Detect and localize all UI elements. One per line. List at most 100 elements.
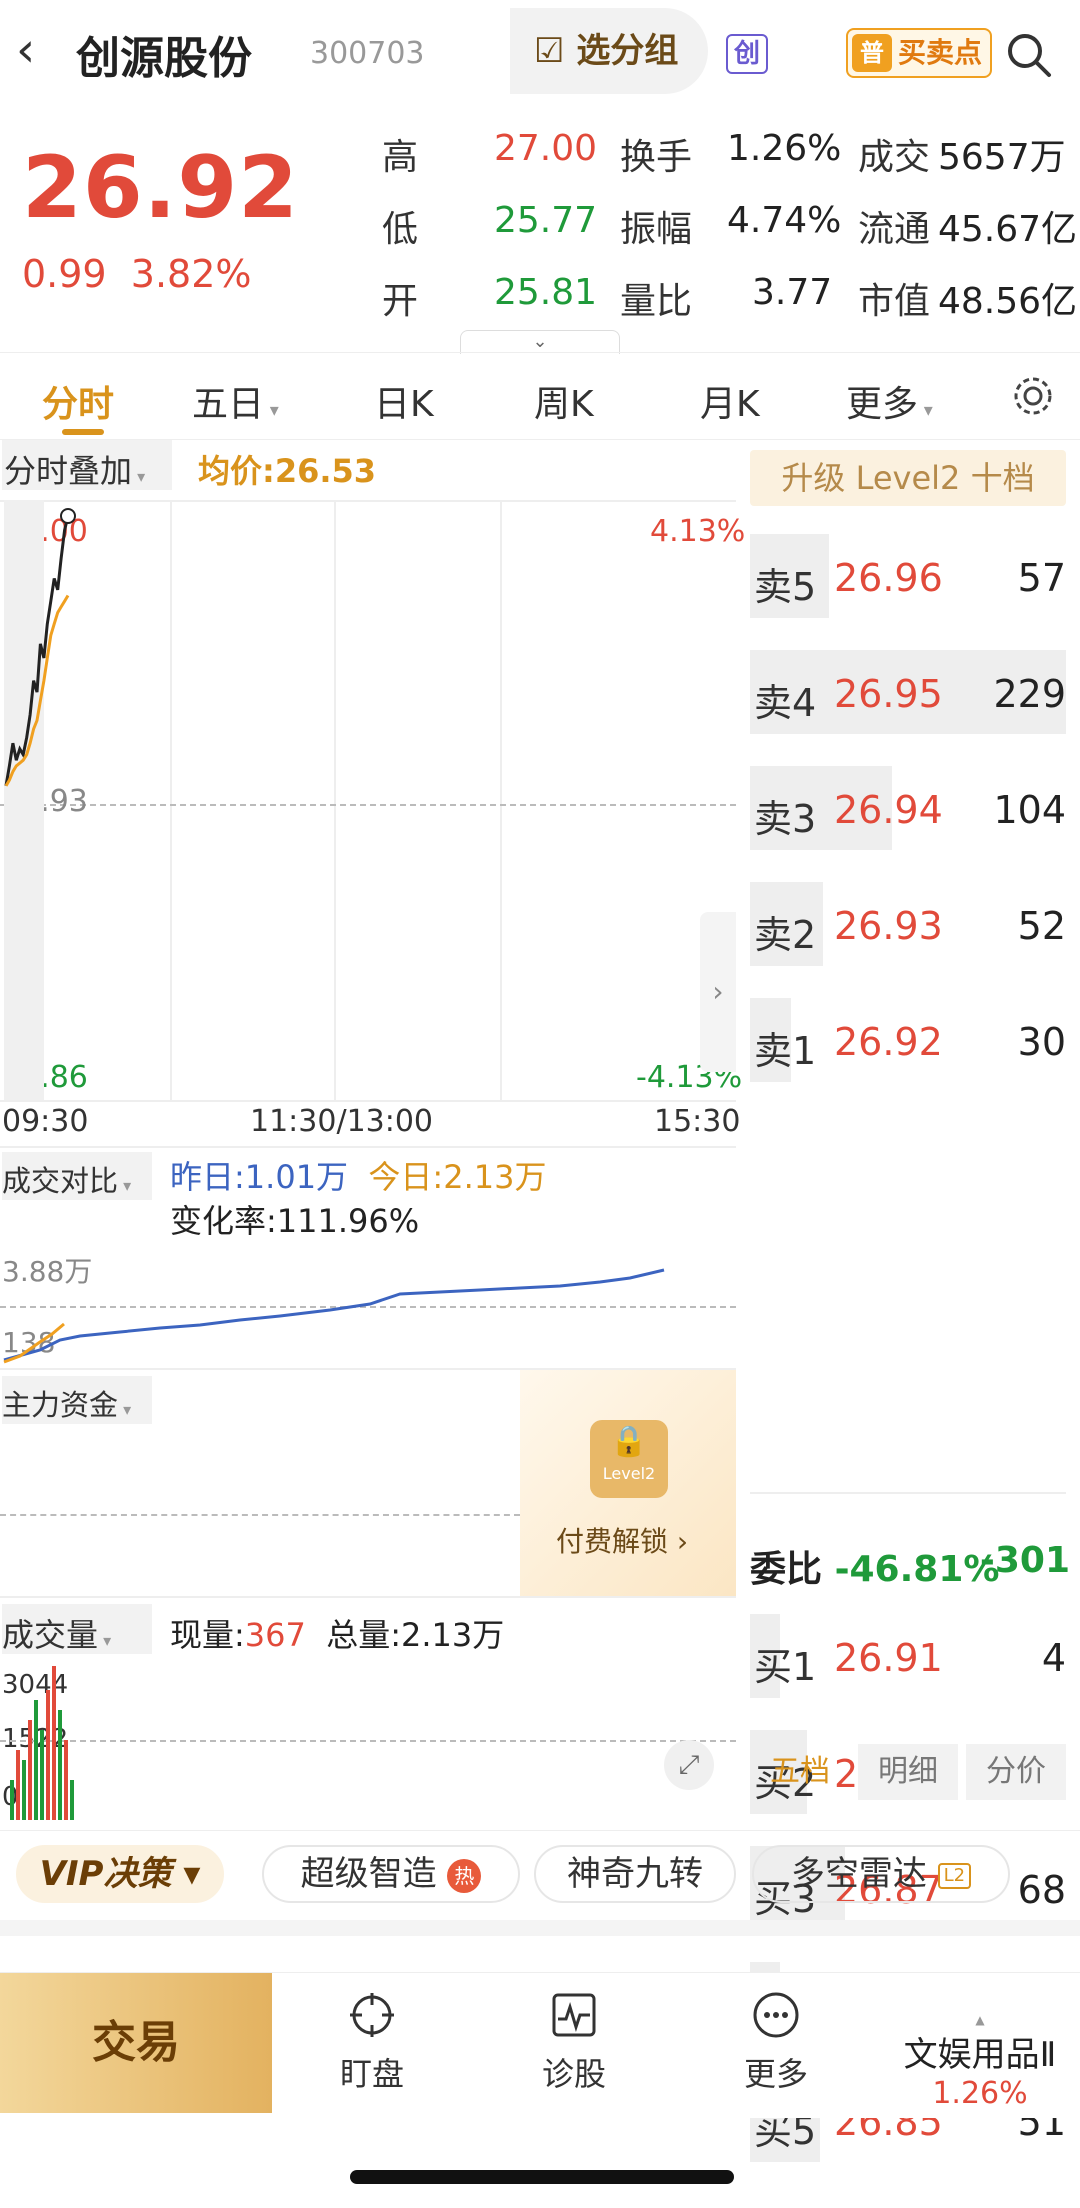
order-book: 升级 Level2 十档 卖5 26.96 57 卖4 26.95 229 卖3 26.94 1… bbox=[746, 440, 1080, 2162]
change-value: 0.99 bbox=[22, 252, 107, 296]
more-button[interactable]: 更多 bbox=[706, 1989, 846, 2095]
group-button-label: 选分组 bbox=[576, 31, 679, 71]
watch-button[interactable]: 盯盘 bbox=[302, 1989, 442, 2095]
orderbook-sell-row[interactable]: 卖1 26.92 30 bbox=[750, 990, 1072, 1090]
commission-diff: -301 bbox=[979, 1540, 1070, 1581]
active-tab-indicator bbox=[62, 429, 104, 435]
level-label: 买1 bbox=[754, 1645, 817, 1689]
overlay-dropdown[interactable]: 分时叠加 ▾ bbox=[4, 446, 145, 492]
orderbook-tabs: 五档 明细 分价 bbox=[750, 1744, 1066, 1800]
more-dots-icon bbox=[753, 1992, 799, 2038]
select-group-button[interactable]: ☑ 选分组 bbox=[510, 8, 708, 94]
dropdown-icon: ▾ bbox=[264, 400, 279, 421]
tab-intraday[interactable]: 分时 bbox=[42, 375, 114, 427]
orderbook-sell-row[interactable]: 卖5 26.96 57 bbox=[750, 526, 1072, 626]
tab-detail[interactable]: 明细 bbox=[858, 1744, 958, 1800]
main-funds-label: 主力资金 bbox=[2, 1388, 119, 1422]
super-manufacturing-label: 超级智造 bbox=[300, 1854, 437, 1894]
buy-sell-points-button[interactable]: 普买卖点 bbox=[846, 28, 992, 78]
float-label: 流通 bbox=[858, 209, 931, 250]
volume-bars bbox=[10, 1666, 74, 1820]
orderbook-buy-row[interactable]: 买1 26.91 4 bbox=[750, 1606, 1072, 1706]
current-volume-label: 现量: bbox=[170, 1616, 245, 1654]
low-value: 25.77 bbox=[494, 200, 598, 241]
volume-ratio-label: 量比 bbox=[620, 281, 693, 322]
super-manufacturing-button[interactable]: 超级智造 热 bbox=[262, 1845, 520, 1903]
up-arrow-icon: ▲ bbox=[975, 2013, 985, 2027]
diagnose-button[interactable]: 诊股 bbox=[504, 1989, 644, 2095]
dropdown-icon: ▾ bbox=[132, 467, 146, 486]
main-funds-dropdown[interactable]: 主力资金 ▾ bbox=[2, 1382, 131, 1424]
level-price: 26.96 bbox=[834, 556, 943, 600]
tab-more[interactable]: 更多 ▾ bbox=[846, 375, 933, 427]
amplitude-value: 4.74% bbox=[727, 200, 842, 241]
overlay-label: 分时叠加 bbox=[4, 452, 133, 490]
total-volume-label: 总量: bbox=[326, 1616, 402, 1654]
yesterday-volume-line bbox=[3, 1268, 665, 1362]
tab-five-levels[interactable]: 五档 bbox=[750, 1744, 850, 1800]
tab-week-k[interactable]: 周K bbox=[534, 375, 594, 427]
header-bar: ‹ 创源股份 300703 ☑ 选分组 创 普买卖点 bbox=[0, 0, 1080, 100]
level-label: 卖3 bbox=[754, 797, 817, 841]
intraday-chart-panel[interactable]: 分时叠加 ▾ 均价:26.53 27.00 25.93 24.86 4.13% … bbox=[0, 440, 745, 1830]
lock-icon: 🔒 Level2 bbox=[590, 1420, 668, 1498]
low-label: 低 bbox=[382, 209, 419, 250]
volume-compare-dropdown[interactable]: 成交对比 ▾ bbox=[2, 1158, 131, 1200]
change-rate-label: 变化率: bbox=[170, 1202, 277, 1240]
amplitude-label: 振幅 bbox=[620, 209, 693, 250]
long-short-radar-button[interactable]: 多空雷达 L2 bbox=[752, 1845, 1010, 1903]
volume-label: 成交量 bbox=[2, 1616, 99, 1654]
volume-ratio-value: 3.77 bbox=[752, 272, 833, 313]
fullscreen-icon[interactable]: ⤢ bbox=[664, 1740, 714, 1790]
high-label: 高 bbox=[382, 137, 419, 178]
hot-badge: 热 bbox=[447, 1858, 482, 1893]
amount-label: 成交 bbox=[858, 137, 931, 178]
back-icon[interactable]: ‹ bbox=[16, 20, 66, 80]
search-icon[interactable] bbox=[1004, 30, 1054, 80]
current-price: 26.92 bbox=[22, 138, 300, 238]
paid-unlock-panel[interactable]: 🔒 Level2 付费解锁 › bbox=[520, 1370, 736, 1596]
market-cap-value: 48.56亿 bbox=[938, 281, 1078, 322]
level-volume: 4 bbox=[1041, 1636, 1066, 1680]
avg-price: 均价:26.53 bbox=[198, 446, 376, 492]
price-change: 0.99 3.82% bbox=[22, 252, 252, 296]
x-axis-start: 09:30 bbox=[2, 1104, 89, 1139]
today-value: 2.13万 bbox=[443, 1158, 547, 1196]
watch-label: 盯盘 bbox=[339, 2055, 404, 2093]
volume-dropdown[interactable]: 成交量 ▾ bbox=[2, 1610, 111, 1656]
avg-label: 均价: bbox=[198, 452, 275, 490]
vip-decision-button[interactable]: VIP决策 ▾ bbox=[16, 1845, 224, 1903]
level-price: 26.95 bbox=[834, 672, 943, 716]
settings-gear-icon[interactable] bbox=[1010, 373, 1056, 419]
vip-decision-label: VIP决策 bbox=[39, 1854, 172, 1894]
level-label: 卖5 bbox=[754, 565, 817, 609]
board-tag[interactable]: 创 bbox=[726, 34, 768, 74]
tab-price-distribution[interactable]: 分价 bbox=[966, 1744, 1066, 1800]
price-line-chart bbox=[4, 500, 76, 1100]
level-price: 26.94 bbox=[834, 788, 943, 832]
unlock-label: 付费解锁 bbox=[556, 1525, 669, 1558]
change-pct: 3.82% bbox=[130, 252, 252, 296]
tab-five-day[interactable]: 五日 ▾ bbox=[192, 375, 279, 427]
unlock-link[interactable]: 付费解锁 › bbox=[556, 1520, 688, 1560]
expand-chart-chevron-icon[interactable]: › bbox=[700, 912, 736, 1072]
current-volume-value: 367 bbox=[244, 1616, 306, 1654]
trade-button[interactable]: 交易 bbox=[0, 1973, 272, 2113]
orderbook-sell-row[interactable]: 卖4 26.95 229 bbox=[750, 642, 1072, 742]
bottom-nav: 交易 盯盘 诊股 更多 ▲ 文娱用品Ⅱ 1.26% bbox=[0, 1972, 1080, 2118]
expand-chevron-icon[interactable]: ⌄ bbox=[460, 330, 620, 354]
yesterday-value: 1.01万 bbox=[244, 1158, 349, 1196]
tab-month-k[interactable]: 月K bbox=[700, 375, 760, 427]
magic-nine-button[interactable]: 神奇九转 bbox=[534, 1845, 736, 1903]
sector-button[interactable]: ▲ 文娱用品Ⅱ 1.26% bbox=[880, 2013, 1080, 2111]
orderbook-sell-row[interactable]: 卖3 26.94 104 bbox=[750, 758, 1072, 858]
dropdown-icon: ▾ bbox=[98, 1631, 112, 1650]
commission-ratio-label: 委比 bbox=[750, 1549, 823, 1590]
lock-badge-label: Level2 bbox=[602, 1464, 656, 1483]
upgrade-level2-button[interactable]: 升级 Level2 十档 bbox=[750, 450, 1066, 506]
volume-compare-chart bbox=[3, 1268, 665, 1364]
diagnose-label: 诊股 bbox=[541, 2055, 606, 2093]
tab-day-k[interactable]: 日K bbox=[374, 375, 434, 427]
commission-ratio: 委比 -46.81% bbox=[750, 1540, 999, 1592]
orderbook-sell-row[interactable]: 卖2 26.93 52 bbox=[750, 874, 1072, 974]
